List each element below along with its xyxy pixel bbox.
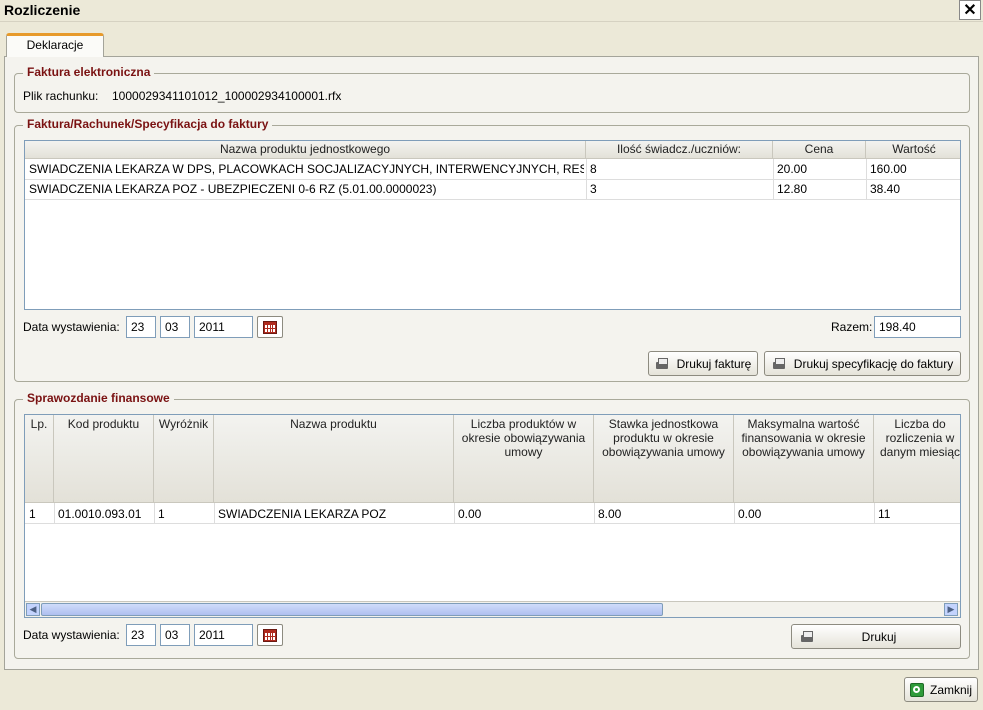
table-cell: SWIADCZENIA LEKARZA W DPS, PLACOWKACH SO… — [29, 162, 584, 176]
day-input[interactable]: 23 — [126, 316, 156, 338]
table-cell: 0.00 — [738, 507, 762, 521]
calendar-icon — [263, 628, 277, 642]
col-header[interactable]: Maksymalna wartość finansowania w okresi… — [734, 415, 874, 502]
faktura-table-header: Nazwa produktu jednostkowego Ilość świad… — [25, 141, 960, 159]
button-label: Drukuj fakturę — [676, 356, 752, 371]
razem-value: 198.40 — [874, 316, 961, 338]
table-cell: 1 — [29, 507, 36, 521]
table-cell: SWIADCZENIA LEKARZA POZ — [218, 507, 387, 521]
group-sprawozdanie: Sprawozdanie finansowe Lp. Kod produktu … — [14, 391, 970, 659]
drukuj-button[interactable]: Drukuj — [791, 624, 961, 649]
col-header[interactable]: Wyróżnik — [154, 415, 214, 502]
calendar-icon — [263, 320, 277, 334]
table-cell: 01.0010.093.01 — [58, 507, 142, 521]
razem-label: Razem: — [831, 320, 873, 334]
table-cell: 8.00 — [598, 507, 622, 521]
zamknij-button[interactable]: Zamknij — [904, 677, 978, 702]
scroll-right-button[interactable]: ▶ — [944, 603, 958, 616]
group-legend: Faktura elektroniczna — [23, 65, 155, 79]
col-header[interactable]: Nazwa produktu jednostkowego — [25, 141, 586, 158]
chevron-left-icon: ◀ — [29, 604, 37, 614]
table-cell: 20.00 — [777, 162, 808, 176]
col-header[interactable]: Lp. — [25, 415, 54, 502]
drukuj-fakture-button[interactable]: Drukuj fakturę — [648, 351, 758, 376]
row-divider — [25, 523, 960, 524]
table-cell: 0.00 — [458, 507, 482, 521]
year-input[interactable]: 2011 — [194, 624, 253, 646]
month-input[interactable]: 03 — [160, 624, 190, 646]
table-cell: 12.80 — [777, 182, 808, 196]
plik-value: 1000029341101012_100002934100001.rfx — [112, 89, 342, 103]
row-divider — [25, 179, 960, 180]
data-wystawienia-label: Data wystawienia: — [23, 320, 120, 334]
faktura-table: Nazwa produktu jednostkowego Ilość świad… — [24, 140, 961, 310]
col-divider — [214, 503, 215, 523]
col-header[interactable]: Wartość — [866, 141, 960, 158]
table-cell: 38.40 — [870, 182, 901, 196]
group-faktura-elektroniczna: Faktura elektroniczna Plik rachunku: 100… — [14, 65, 970, 113]
horizontal-scrollbar[interactable]: ◀ ▶ — [25, 601, 960, 617]
col-header[interactable]: Liczba do rozliczenia w danym miesiąc — [874, 415, 960, 502]
printer-icon — [800, 630, 814, 643]
group-legend: Faktura/Rachunek/Specyfikacja do faktury — [23, 117, 273, 131]
col-divider — [594, 503, 595, 523]
col-divider — [454, 503, 455, 523]
scroll-left-button[interactable]: ◀ — [26, 603, 40, 616]
table-cell: 1 — [158, 507, 165, 521]
row-divider — [25, 199, 960, 200]
button-label: Drukuj specyfikację do faktury — [793, 356, 954, 371]
month-input[interactable]: 03 — [160, 316, 190, 338]
group-legend: Sprawozdanie finansowe — [23, 391, 174, 405]
col-header[interactable]: Kod produktu — [54, 415, 154, 502]
title-bar: Rozliczenie ✕ — [0, 0, 983, 22]
calendar-button[interactable] — [257, 316, 283, 338]
col-divider — [54, 503, 55, 523]
chevron-right-icon: ▶ — [947, 604, 955, 614]
data-wystawienia-label: Data wystawienia: — [23, 628, 120, 642]
col-divider — [734, 503, 735, 523]
table-cell: SWIADCZENIA LEKARZA POZ - UBEZPIECZENI 0… — [29, 182, 437, 196]
drukuj-specyfikacje-button[interactable]: Drukuj specyfikację do faktury — [764, 351, 961, 376]
printer-icon — [772, 357, 786, 370]
plik-label: Plik rachunku: — [23, 89, 99, 103]
col-header[interactable]: Nazwa produktu — [214, 415, 454, 502]
ok-icon — [909, 682, 924, 697]
button-label: Zamknij — [929, 682, 972, 697]
printer-icon — [655, 357, 669, 370]
col-header[interactable]: Liczba produktów w okresie obowiązywania… — [454, 415, 594, 502]
col-divider — [154, 503, 155, 523]
col-header[interactable]: Cena — [773, 141, 866, 158]
close-button[interactable]: ✕ — [959, 0, 981, 20]
table-cell: 160.00 — [870, 162, 907, 176]
col-header[interactable]: Stawka jednostkowa produktu w okresie ob… — [594, 415, 734, 502]
col-divider — [874, 503, 875, 523]
window-title: Rozliczenie — [4, 2, 81, 18]
sprawozdanie-table: Lp. Kod produktu Wyróżnik Nazwa produktu… — [24, 414, 961, 618]
table-cell: 8 — [590, 162, 597, 176]
calendar-button[interactable] — [257, 624, 283, 646]
col-header[interactable]: Ilość świadcz./uczniów: — [586, 141, 773, 158]
table-cell: 3 — [590, 182, 597, 196]
sprawozdanie-table-header: Lp. Kod produktu Wyróżnik Nazwa produktu… — [25, 415, 960, 503]
tab-deklaracje[interactable]: Deklaracje — [6, 33, 104, 57]
table-cell: 11 — [878, 507, 891, 521]
button-label: Drukuj — [861, 629, 897, 644]
year-input[interactable]: 2011 — [194, 316, 253, 338]
tab-panel: Faktura elektroniczna Plik rachunku: 100… — [4, 56, 979, 670]
day-input[interactable]: 23 — [126, 624, 156, 646]
group-faktura: Faktura/Rachunek/Specyfikacja do faktury… — [14, 117, 970, 382]
scroll-thumb[interactable] — [41, 603, 663, 616]
close-icon: ✕ — [963, 2, 977, 19]
